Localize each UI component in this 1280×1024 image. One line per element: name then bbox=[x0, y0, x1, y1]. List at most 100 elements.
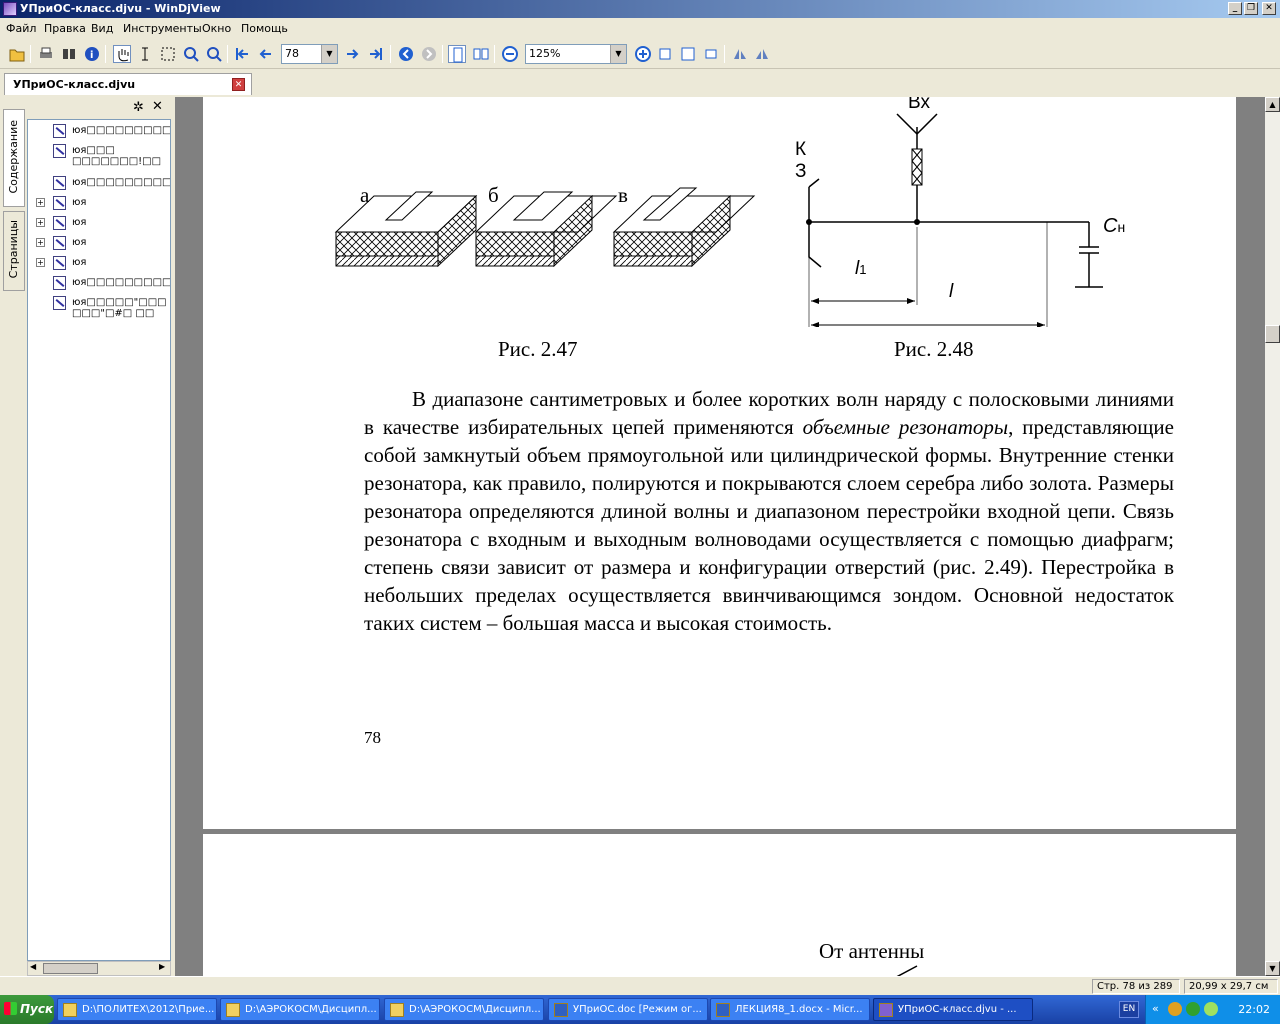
contents-tree: юя□□□□□□□□□ юя□□□ □□□□□□□!□□ юя□□□□□□□□□ + ю… bbox=[27, 119, 171, 961]
bookmark-icon bbox=[53, 176, 66, 190]
minimize-button[interactable]: _ bbox=[1228, 2, 1242, 15]
find-icon[interactable] bbox=[60, 45, 78, 63]
bookmark-icon bbox=[53, 276, 66, 290]
next-page-icon[interactable] bbox=[344, 45, 362, 63]
magnify-icon[interactable] bbox=[205, 45, 223, 63]
close-tab-icon[interactable]: ✕ bbox=[232, 78, 245, 91]
chevron-down-icon[interactable]: ▼ bbox=[610, 45, 626, 63]
fit-width-icon[interactable] bbox=[656, 45, 674, 63]
toolbar-separator bbox=[105, 45, 106, 63]
start-button[interactable]: Пуск bbox=[0, 995, 54, 1024]
taskbar-button[interactable]: ЛЕКЦИЯ8_1.docx - Micr... bbox=[710, 998, 870, 1021]
last-page-icon[interactable] bbox=[367, 45, 385, 63]
forward-icon[interactable] bbox=[420, 45, 438, 63]
tree-item[interactable]: + юя bbox=[28, 214, 170, 234]
close-button[interactable]: ✕ bbox=[1262, 2, 1276, 15]
figure-2-48 bbox=[806, 113, 1103, 327]
tray-expand-icon[interactable]: « bbox=[1152, 1002, 1159, 1015]
menu-file[interactable]: Файл bbox=[6, 22, 36, 35]
bookmark-icon bbox=[53, 216, 66, 230]
fig47-label-v: в bbox=[618, 183, 628, 207]
scroll-thumb[interactable] bbox=[43, 963, 98, 974]
tree-item[interactable]: юя□□□ □□□□□□□!□□ bbox=[28, 142, 170, 175]
task-app-icon bbox=[716, 1003, 730, 1017]
menu-edit[interactable]: Правка bbox=[44, 22, 86, 35]
back-icon[interactable] bbox=[397, 45, 415, 63]
toolbar-separator bbox=[442, 45, 443, 63]
info-icon[interactable]: i bbox=[83, 45, 101, 63]
rotate-right-icon[interactable] bbox=[753, 45, 771, 63]
document-tab[interactable]: УПриОС-класс.djvu ✕ bbox=[4, 73, 252, 95]
tree-item[interactable]: юя□□□□□□□□□ bbox=[28, 122, 170, 142]
scroll-down-icon[interactable]: ▼ bbox=[1265, 961, 1280, 976]
menu-window[interactable]: Окно bbox=[202, 22, 231, 35]
clock[interactable]: 22:02 bbox=[1238, 1003, 1270, 1016]
scroll-thumb[interactable] bbox=[1265, 325, 1280, 343]
restore-button[interactable]: ❐ bbox=[1244, 2, 1258, 15]
first-page-icon[interactable] bbox=[233, 45, 251, 63]
document-vertical-scrollbar[interactable]: ▲ ▼ bbox=[1265, 97, 1280, 976]
menu-view[interactable]: Вид bbox=[91, 22, 113, 35]
print-icon[interactable] bbox=[37, 45, 55, 63]
tree-expand-icon[interactable]: + bbox=[36, 258, 45, 267]
menu-tools[interactable]: Инструменты bbox=[123, 22, 202, 35]
zoom-rect-icon[interactable] bbox=[182, 45, 200, 63]
chevron-down-icon[interactable]: ▼ bbox=[321, 45, 337, 63]
gear-icon[interactable]: ✲ bbox=[133, 100, 144, 115]
text-select-icon[interactable] bbox=[136, 45, 154, 63]
window-title: УПриОС-класс.djvu - WinDjView bbox=[20, 2, 221, 15]
sidebar-horizontal-scrollbar[interactable]: ◀ ▶ bbox=[27, 961, 171, 976]
document-viewer[interactable]: а б в Рис. 2.47 Вх К З Cн l1 l Рис. 2.48 bbox=[175, 97, 1265, 976]
tree-item[interactable]: юя□□□□□□□□□ bbox=[28, 174, 170, 194]
close-icon[interactable]: ✕ bbox=[152, 99, 163, 114]
tree-item[interactable]: юя□□□□□"□□□ □□□"□#□ □□ bbox=[28, 294, 170, 327]
tray-app-icon[interactable] bbox=[1168, 1002, 1182, 1016]
tab-pages[interactable]: Страницы bbox=[3, 211, 25, 291]
rotate-left-icon[interactable] bbox=[731, 45, 749, 63]
actual-size-icon[interactable] bbox=[702, 45, 720, 63]
tree-item[interactable]: юя□□□□□□□□□ bbox=[28, 274, 170, 294]
zoom-field[interactable]: 125% ▼ bbox=[525, 44, 627, 64]
system-tray: « 22:02 bbox=[1145, 995, 1280, 1024]
tab-contents[interactable]: Содержание bbox=[3, 109, 25, 207]
taskbar-button[interactable]: D:\АЭРОКОСМ\Дисципл... bbox=[220, 998, 380, 1021]
continuous-layout-icon[interactable] bbox=[448, 45, 466, 63]
fit-page-icon[interactable] bbox=[679, 45, 697, 63]
tree-item[interactable]: + юя bbox=[28, 194, 170, 214]
bookmark-icon bbox=[53, 296, 66, 310]
sidebar-tabs: Содержание Страницы bbox=[0, 97, 27, 977]
fig48-label-cn-sub: н bbox=[1117, 219, 1126, 235]
fig48-label-l: l bbox=[949, 281, 954, 302]
scroll-right-icon[interactable]: ▶ bbox=[159, 962, 165, 971]
taskbar-button[interactable]: УПриОС.doc [Режим ог... bbox=[548, 998, 708, 1021]
rect-select-icon[interactable] bbox=[159, 45, 177, 63]
menu-help[interactable]: Помощь bbox=[241, 22, 288, 35]
prev-page-icon[interactable] bbox=[256, 45, 274, 63]
taskbar-button[interactable]: D:\ПОЛИТЕХ\2012\Прие... bbox=[57, 998, 217, 1021]
zoom-in-icon[interactable] bbox=[634, 45, 652, 63]
taskbar-button[interactable]: УПриОС-класс.djvu - ... bbox=[873, 998, 1033, 1021]
tree-expand-icon[interactable]: + bbox=[36, 238, 45, 247]
open-icon[interactable] bbox=[8, 45, 26, 63]
language-indicator[interactable]: EN bbox=[1119, 1001, 1139, 1018]
scroll-up-icon[interactable]: ▲ bbox=[1265, 97, 1280, 112]
tray-network-icon[interactable] bbox=[1186, 1002, 1200, 1016]
tree-expand-icon[interactable]: + bbox=[36, 218, 45, 227]
toolbar-separator bbox=[724, 45, 725, 63]
facing-pages-icon[interactable] bbox=[472, 45, 490, 63]
taskbar-button[interactable]: D:\АЭРОКОСМ\Дисципл... bbox=[384, 998, 544, 1021]
paragraph-emphasis: объемные резонаторы bbox=[802, 415, 1009, 439]
zoom-out-icon[interactable] bbox=[501, 45, 519, 63]
hand-tool-icon[interactable] bbox=[113, 45, 131, 63]
tree-expand-icon[interactable]: + bbox=[36, 198, 45, 207]
taskbar-button-label: D:\АЭРОКОСМ\Дисципл... bbox=[409, 1004, 541, 1015]
scroll-left-icon[interactable]: ◀ bbox=[30, 962, 36, 971]
taskbar-button-label: ЛЕКЦИЯ8_1.docx - Micr... bbox=[735, 1004, 863, 1015]
tree-item[interactable]: + юя bbox=[28, 254, 170, 274]
toolbar-separator bbox=[494, 45, 495, 63]
tree-item[interactable]: + юя bbox=[28, 234, 170, 254]
page-number-field[interactable]: 78 ▼ bbox=[281, 44, 338, 64]
page-number: 78 bbox=[364, 728, 381, 747]
fig48-label-k: К bbox=[795, 139, 807, 160]
tray-messenger-icon[interactable] bbox=[1204, 1002, 1218, 1016]
